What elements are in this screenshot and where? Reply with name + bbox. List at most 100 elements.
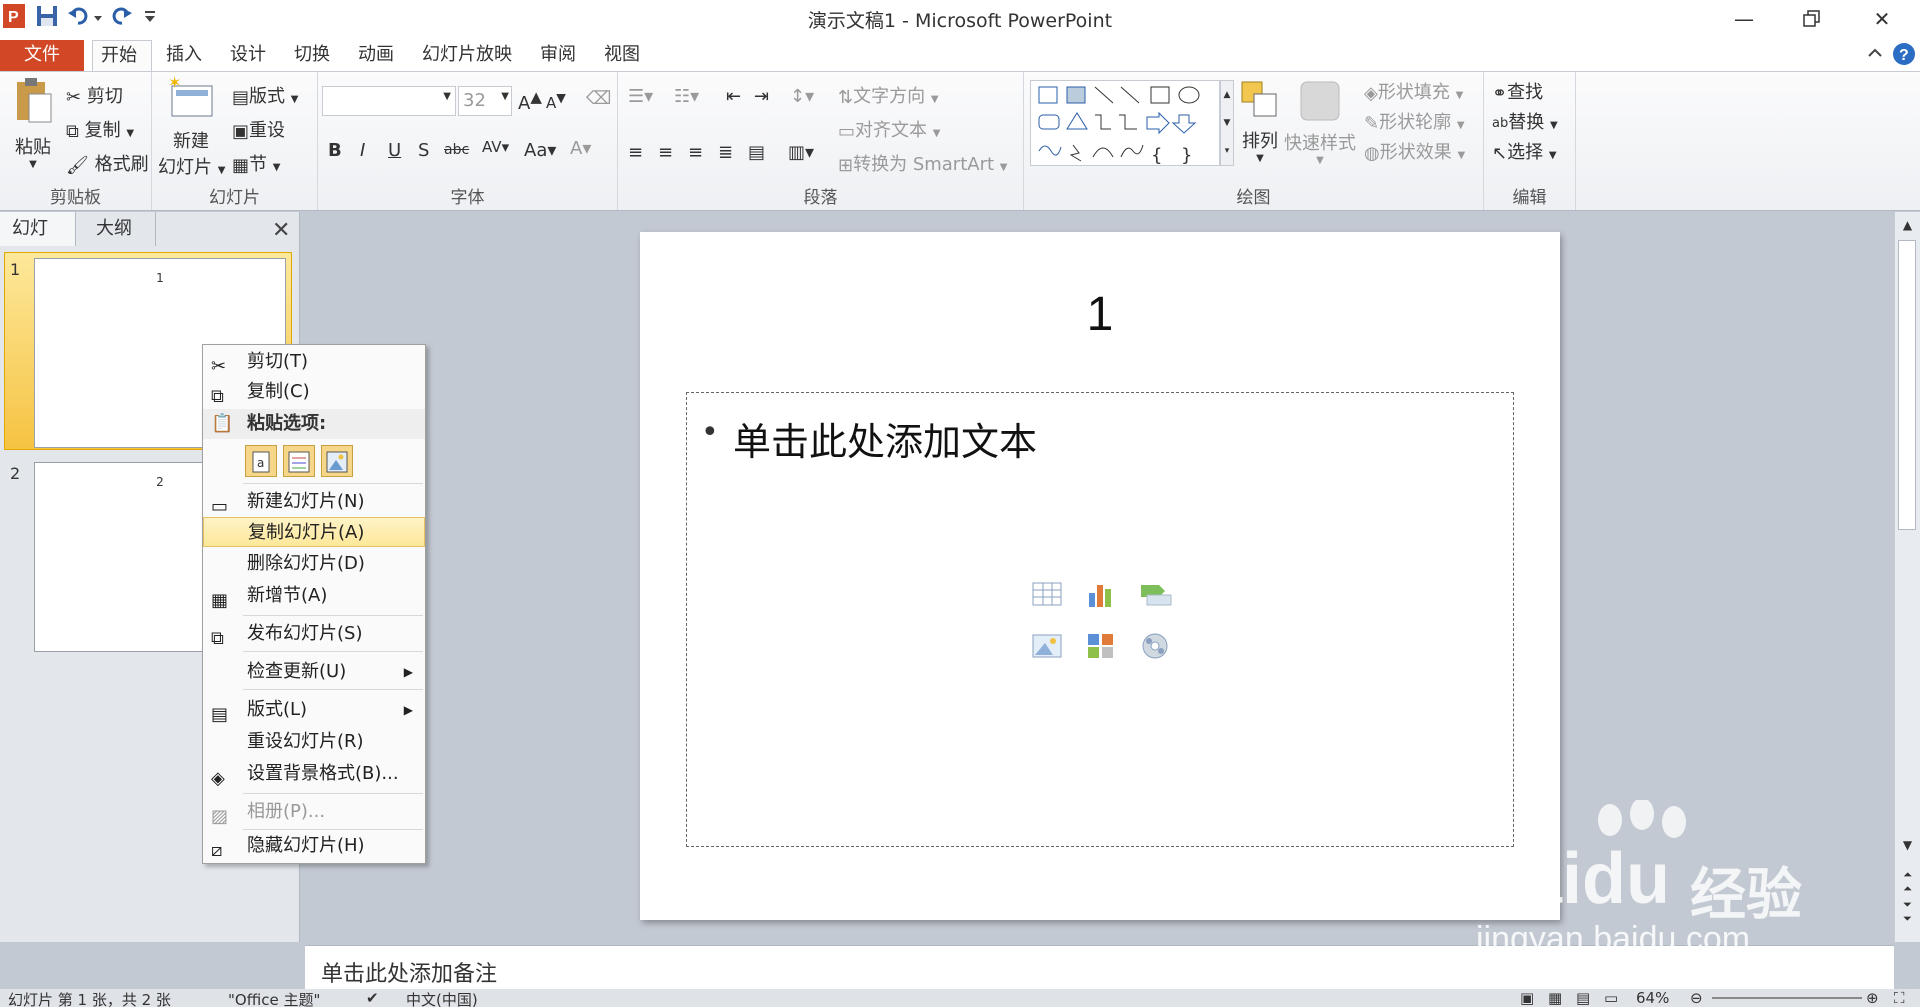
align-center-icon[interactable]: ≡ [658, 142, 673, 163]
arrange-button[interactable]: 排列 ▼ [1230, 78, 1290, 164]
font-size-combo[interactable]: 32 ▼ [458, 86, 512, 116]
paste-keep-source-formatting-icon[interactable] [283, 445, 315, 477]
clear-format-icon[interactable]: ⌫ [586, 88, 611, 109]
slide-canvas[interactable]: 1 • 单击此处添加文本 [640, 232, 1560, 920]
slideshow-icon[interactable]: ▭ [1604, 989, 1618, 1007]
tab-file[interactable]: 文件 [0, 40, 84, 71]
shapes-gallery[interactable]: {} [1030, 80, 1220, 166]
underline-icon[interactable]: U [388, 140, 401, 161]
font-name-combo[interactable]: ▼ [322, 86, 456, 116]
theme-status[interactable]: "Office 主题" [228, 989, 320, 1007]
tab-home[interactable]: 开始 [92, 40, 152, 71]
tab-insert[interactable]: 插入 [158, 40, 210, 71]
slide-title[interactable]: 1 [640, 287, 1560, 342]
select-button[interactable]: ↖选择 ▼ [1492, 138, 1557, 164]
italic-icon[interactable]: I [360, 140, 365, 161]
numbering-icon[interactable]: ☷▾ [674, 86, 699, 107]
tab-design[interactable]: 设计 [222, 40, 274, 71]
content-placeholder[interactable]: • 单击此处添加文本 [686, 392, 1514, 847]
menu-item-format-background[interactable]: ◈ 设置背景格式(B)... [203, 759, 425, 789]
menu-item-hide-slide[interactable]: ⧄ 隐藏幻灯片(H) [203, 831, 425, 861]
text-direction-button[interactable]: ⇅文字方向 ▼ [838, 82, 939, 108]
insert-smartart-icon[interactable] [1139, 579, 1173, 609]
paste-as-picture-icon[interactable] [321, 445, 353, 477]
menu-item-copy[interactable]: ⧉ 复制(C) [203, 377, 425, 407]
quick-styles-button[interactable]: 快速样式 ▼ [1282, 78, 1358, 166]
language-status[interactable]: 中文(中国) [406, 989, 478, 1007]
find-button[interactable]: ⚭查找 [1492, 78, 1543, 104]
menu-item-photo-album[interactable]: ▨ 相册(P)... [203, 797, 425, 827]
menu-item-delete-slide[interactable]: 删除幻灯片(D) [203, 549, 425, 579]
zoom-slider[interactable] [1712, 997, 1862, 999]
shrink-font-icon[interactable]: A▼ [546, 90, 566, 112]
layout-button[interactable]: ▤版式 ▼ [232, 82, 298, 108]
close-button[interactable]: ✕ [1862, 6, 1902, 32]
tab-animations[interactable]: 动画 [350, 40, 402, 71]
close-pane-icon[interactable]: ✕ [272, 218, 290, 243]
menu-item-cut[interactable]: ✂ 剪切(T) [203, 347, 425, 377]
format-painter-button[interactable]: 🖌 格式刷 [66, 150, 149, 176]
tab-slideshow[interactable]: 幻灯片放映 [414, 40, 520, 71]
cut-button[interactable]: ✂ 剪切 [66, 82, 123, 108]
paste-button[interactable]: 粘贴 ▼ [8, 76, 58, 176]
line-spacing-icon[interactable]: ↕▾ [790, 86, 814, 107]
menu-item-add-section[interactable]: ▦ 新增节(A) [203, 581, 425, 611]
zoom-out-icon[interactable]: ⊖ [1690, 989, 1703, 1007]
justify-icon[interactable]: ≣ [718, 142, 733, 163]
zoom-in-icon[interactable]: ⊕ [1866, 989, 1879, 1007]
bold-icon[interactable]: B [328, 140, 342, 161]
restore-button[interactable] [1792, 6, 1832, 32]
insert-clipart-icon[interactable] [1085, 631, 1117, 661]
minimize-ribbon-icon[interactable] [1866, 44, 1884, 62]
menu-item-check-updates[interactable]: 检查更新(U) ▶ [203, 657, 425, 687]
reset-button[interactable]: ▣重设 [232, 116, 285, 142]
menu-item-new-slide[interactable]: ▭ 新建幻灯片(N) [203, 487, 425, 517]
menu-item-publish-slides[interactable]: ⧉ 发布幻灯片(S) [203, 619, 425, 649]
align-right-icon[interactable]: ≡ [688, 142, 703, 163]
shape-effects-button[interactable]: ◍形状效果 ▼ [1364, 138, 1465, 164]
fit-to-window-icon[interactable]: ⛶ [1894, 989, 1905, 1007]
insert-media-icon[interactable] [1139, 631, 1171, 661]
minimize-button[interactable]: — [1724, 6, 1764, 32]
grow-font-icon[interactable]: A▲ [518, 88, 542, 114]
shape-outline-button[interactable]: ✎形状轮廓 ▼ [1364, 108, 1465, 134]
spellcheck-icon[interactable]: ✔ [366, 989, 379, 1007]
slide-sorter-icon[interactable]: ▦ [1548, 989, 1562, 1007]
increase-indent-icon[interactable]: ⇥ [754, 86, 769, 107]
normal-view-icon[interactable]: ▣ [1520, 989, 1534, 1007]
help-icon[interactable]: ? [1892, 42, 1916, 66]
char-spacing-icon[interactable]: AV▾ [482, 138, 509, 156]
align-text-button[interactable]: ▭对齐文本 ▼ [838, 116, 940, 142]
shadow-icon[interactable]: S [418, 140, 429, 161]
scroll-up-icon[interactable]: ▲ [1895, 218, 1920, 232]
paste-use-destination-theme-icon[interactable]: a [245, 445, 277, 477]
columns-icon[interactable]: ▥▾ [788, 142, 814, 163]
menu-item-duplicate-slide[interactable]: 复制幻灯片(A) [203, 517, 425, 547]
strikethrough-icon[interactable]: abc [444, 142, 469, 158]
zoom-level[interactable]: 64% [1636, 989, 1669, 1007]
menu-item-reset-slide[interactable]: 重设幻灯片(R) [203, 727, 425, 757]
scroll-thumb[interactable] [1898, 240, 1916, 530]
tab-slides-pane[interactable]: 幻灯片 [0, 212, 76, 273]
section-button[interactable]: ▦节 ▼ [232, 150, 280, 176]
insert-table-icon[interactable] [1031, 579, 1063, 609]
distributed-icon[interactable]: ▤ [748, 142, 765, 163]
tab-outline-pane[interactable]: 大纲 [84, 212, 156, 246]
change-case-icon[interactable]: Aa▾ [524, 140, 556, 161]
align-left-icon[interactable]: ≡ [628, 142, 643, 163]
copy-button[interactable]: ⧉ 复制 ▼ [66, 116, 134, 142]
font-color-icon[interactable]: A▾ [570, 138, 591, 159]
tab-review[interactable]: 审阅 [532, 40, 584, 71]
menu-item-layout[interactable]: ▤ 版式(L) ▶ [203, 695, 425, 725]
new-slide-button[interactable]: ✶ 新建 幻灯片 ▼ [158, 73, 225, 179]
tab-view[interactable]: 视图 [596, 40, 648, 71]
reading-view-icon[interactable]: ▤ [1576, 989, 1590, 1007]
bullets-icon[interactable]: ☰▾ [628, 86, 653, 107]
smartart-button[interactable]: ⊞转换为 SmartArt ▼ [838, 150, 1007, 176]
shape-fill-button[interactable]: ◈形状填充 ▼ [1364, 78, 1463, 104]
decrease-indent-icon[interactable]: ⇤ [726, 86, 741, 107]
insert-chart-icon[interactable] [1085, 579, 1117, 609]
tab-transitions[interactable]: 切换 [286, 40, 338, 71]
replace-button[interactable]: ab替换 ▼ [1492, 108, 1558, 134]
insert-picture-icon[interactable] [1031, 631, 1063, 661]
